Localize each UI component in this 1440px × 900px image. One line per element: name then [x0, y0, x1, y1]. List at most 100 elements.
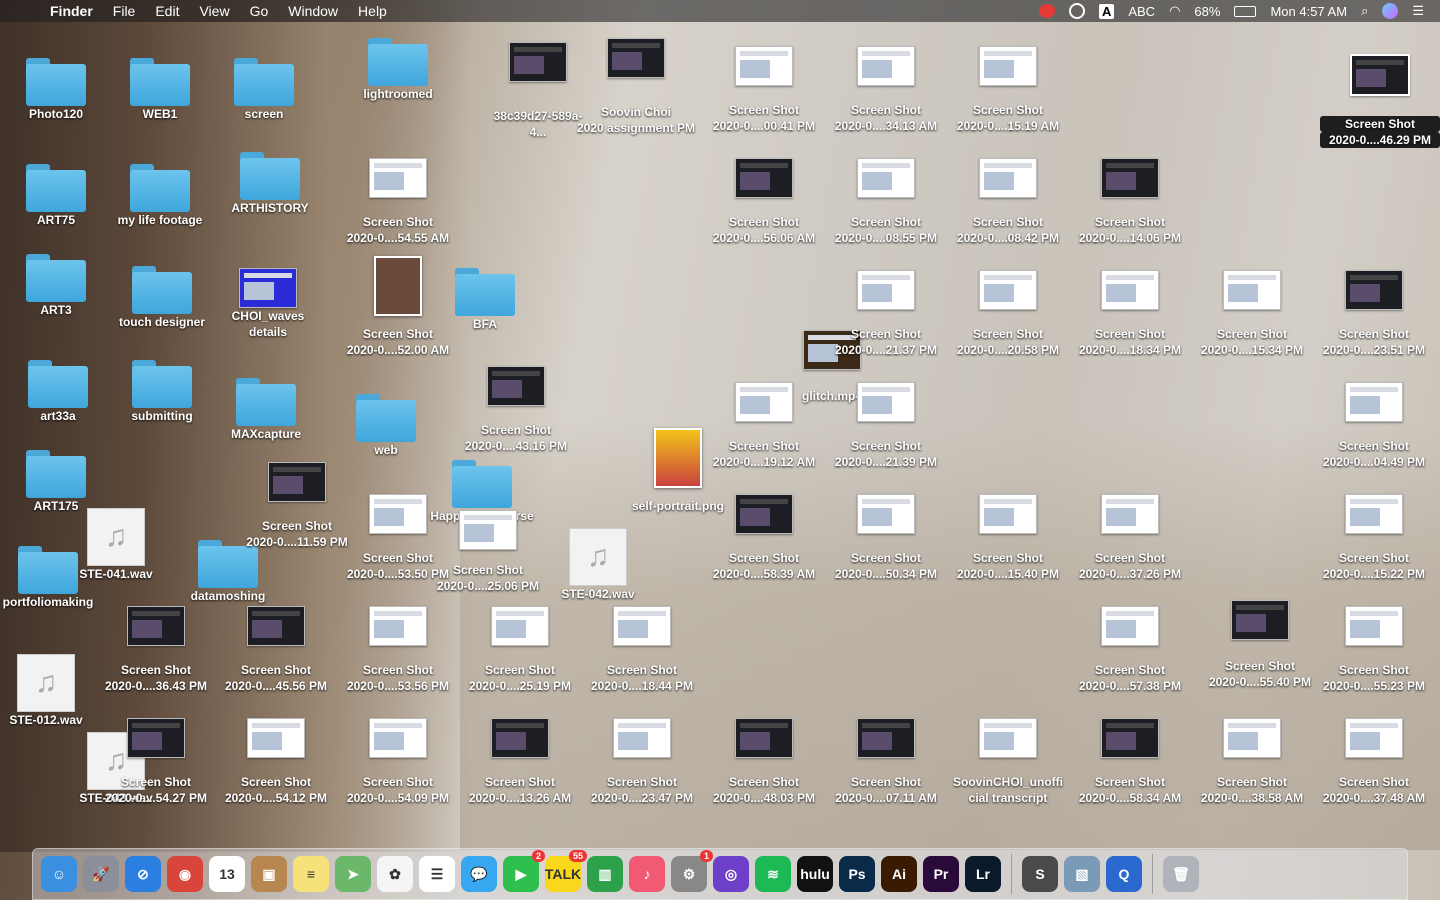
dock-app-hulu-icon[interactable]: hulu	[797, 856, 833, 892]
file-item[interactable]: Screen Shot 2020-0....52.00 AM	[338, 256, 458, 358]
menu-file[interactable]: File	[113, 0, 136, 22]
file-item[interactable]: Screen Shot 2020-0....23.47 PM	[582, 718, 702, 806]
folder-item[interactable]: web	[326, 394, 446, 458]
file-item[interactable]: Screen Shot 2020-0....50.34 PM	[826, 494, 946, 582]
dock-app-launchpad-icon[interactable]: 🚀	[83, 856, 119, 892]
menu-edit[interactable]: Edit	[155, 0, 179, 22]
menu-view[interactable]: View	[199, 0, 229, 22]
file-item[interactable]: 38c39d27-589a- 4...	[478, 42, 598, 140]
dock-app-messages-icon[interactable]: 💬	[461, 856, 497, 892]
folder-item[interactable]: Photo120	[0, 58, 116, 122]
file-item[interactable]: Screen Shot 2020-0....36.43 PM	[96, 606, 216, 694]
sync-icon[interactable]	[1068, 3, 1085, 19]
file-item[interactable]: SoovinCHOI_unoffi cial transcript	[948, 718, 1068, 806]
battery-percent[interactable]: 68%	[1194, 4, 1220, 19]
file-item[interactable]: Screen Shot 2020-0....08.42 PM	[948, 158, 1068, 246]
file-item[interactable]: Screen Shot 2020-0....15.34 PM	[1192, 270, 1312, 358]
file-item[interactable]: Screen Shot 2020-0....21.37 PM	[826, 270, 946, 358]
dock-app-notes-icon[interactable]: ≡	[293, 856, 329, 892]
dock-app-finder-icon[interactable]: ☺	[41, 856, 77, 892]
file-item[interactable]: Screen Shot 2020-0....56.06 AM	[704, 158, 824, 246]
file-item[interactable]: Screen Shot 2020-0....25.19 PM	[460, 606, 580, 694]
dock-app-numbers-icon[interactable]: ▥	[587, 856, 623, 892]
dock-app-music-icon[interactable]: ♪	[629, 856, 665, 892]
notification-center-icon[interactable]: ☰	[1412, 3, 1424, 19]
folder-item[interactable]: ARTHISTORY	[210, 152, 330, 216]
folder-item[interactable]: screen	[204, 58, 324, 122]
file-item[interactable]: Screen Shot 2020-0....25.06 PM	[428, 510, 548, 594]
file-item[interactable]: ♫ STE-012.wav	[0, 654, 106, 728]
file-item[interactable]: Screen Shot 2020-0....18.34 PM	[1070, 270, 1190, 358]
dock-app-quicktime-icon[interactable]: Q	[1106, 856, 1142, 892]
dock-app-reminders-icon[interactable]: ☰	[419, 856, 455, 892]
file-item[interactable]: Screen Shot 2020-0....19.12 AM	[704, 382, 824, 470]
dock-app-spotify-icon[interactable]: ≋	[755, 856, 791, 892]
file-item[interactable]: Screen Shot 2020-0....55.23 PM	[1314, 606, 1434, 694]
siri-icon[interactable]	[1382, 3, 1399, 19]
input-source-label[interactable]: ABC	[1128, 4, 1155, 19]
dock-app-calendar-icon[interactable]: 13	[209, 856, 245, 892]
file-item[interactable]: ♫ STE-041.wav	[56, 508, 176, 582]
dock-app-lightroom-icon[interactable]: Lr	[965, 856, 1001, 892]
dock-app-preview-icon[interactable]: ▧	[1064, 856, 1100, 892]
file-item[interactable]: Screen Shot 2020-0....58.39 AM	[704, 494, 824, 582]
dock-app-facetime-icon[interactable]: ▶ 2	[503, 850, 545, 892]
folder-item[interactable]: MAXcapture	[206, 378, 326, 442]
file-item[interactable]: Screen Shot 2020-0....37.26 PM	[1070, 494, 1190, 582]
file-item[interactable]: ♫ STE-042.wav	[538, 528, 658, 602]
input-menu-icon[interactable]: A	[1098, 3, 1115, 19]
file-item[interactable]: Screen Shot 2020-0....54.55 AM	[338, 158, 458, 246]
file-item[interactable]: Screen Shot 2020-0....38.58 AM	[1192, 718, 1312, 806]
folder-item[interactable]: art33a	[0, 360, 118, 424]
clock[interactable]: Mon 4:57 AM	[1270, 4, 1347, 19]
folder-item[interactable]: my life footage	[100, 164, 220, 228]
dock-app-kakaotalk-icon[interactable]: TALK 55	[545, 850, 587, 892]
notification-icon[interactable]	[1038, 4, 1055, 18]
file-item[interactable]: Screen Shot 2020-0....21.39 PM	[826, 382, 946, 470]
file-item[interactable]: Screen Shot 2020-0....58.34 AM	[1070, 718, 1190, 806]
dock-app-photos-icon[interactable]: ✿	[377, 856, 413, 892]
file-item[interactable]: Screen Shot 2020-0....13.26 AM	[460, 718, 580, 806]
file-item[interactable]: Screen Shot 2020-0....15.19 AM	[948, 46, 1068, 134]
file-item[interactable]: Screen Shot 2020-0....08.55 PM	[826, 158, 946, 246]
file-item[interactable]: Screen Shot 2020-0....14.06 PM	[1070, 158, 1190, 246]
apple-icon[interactable]	[20, 3, 36, 19]
file-item[interactable]: Screen Shot 2020-0....54.27 PM	[96, 718, 216, 806]
spotlight-icon[interactable]: ⌕	[1361, 3, 1368, 19]
file-item[interactable]: Screen Shot 2020-0....57.38 PM	[1070, 606, 1190, 694]
folder-item[interactable]: touch designer	[102, 266, 222, 330]
file-item[interactable]: Screen Shot 2020-0....07.11 AM	[826, 718, 946, 806]
file-item[interactable]: Screen Shot 2020-0....48.03 PM	[704, 718, 824, 806]
dock-app-illustrator-icon[interactable]: Ai	[881, 856, 917, 892]
file-item[interactable]: Screen Shot 2020-0....54.12 PM	[216, 718, 336, 806]
menu-app-name[interactable]: Finder	[50, 0, 93, 22]
battery-icon[interactable]	[1234, 5, 1257, 17]
file-item[interactable]: Screen Shot 2020-0....15.22 PM	[1314, 494, 1434, 582]
dock-app-sublime-icon[interactable]: S	[1022, 856, 1058, 892]
file-item-selected[interactable]: Screen Shot 2020-0....46.29 PM	[1320, 54, 1440, 148]
file-item[interactable]: CHOI_waves details	[208, 268, 328, 340]
file-item[interactable]: Screen Shot 2020-0....04.49 PM	[1314, 382, 1434, 470]
folder-item[interactable]: ART175	[0, 450, 116, 514]
file-item[interactable]: Screen Shot 2020-0....54.09 PM	[338, 718, 458, 806]
file-item[interactable]: Screen Shot 2020-0....37.48 AM	[1314, 718, 1434, 806]
file-item[interactable]: Screen Shot 2020-0....53.56 PM	[338, 606, 458, 694]
dock-app-maps-icon[interactable]: ➤	[335, 856, 371, 892]
file-item[interactable]: Screen Shot 2020-0....20.58 PM	[948, 270, 1068, 358]
dock-app-photoshop-icon[interactable]: Ps	[839, 856, 875, 892]
file-item[interactable]: Screen Shot 2020-0....18.44 PM	[582, 606, 702, 694]
dock-app-safari-icon[interactable]: ⊘	[125, 856, 161, 892]
folder-item[interactable]: ART75	[0, 164, 116, 228]
menu-go[interactable]: Go	[250, 0, 269, 22]
file-item[interactable]: Screen Shot 2020-0....43.16 PM	[456, 366, 576, 454]
file-item[interactable]: Screen Shot 2020-0....55.40 PM	[1200, 600, 1320, 690]
menu-window[interactable]: Window	[288, 0, 338, 22]
dock-app-premiere-icon[interactable]: Pr	[923, 856, 959, 892]
dock-app-github-icon[interactable]: ◎	[713, 856, 749, 892]
dock-app-contacts-icon[interactable]: ▣	[251, 856, 287, 892]
dock-app-system-preferences-icon[interactable]: ⚙ 1	[671, 850, 713, 892]
file-item[interactable]: Screen Shot 2020-0....00.41 PM	[704, 46, 824, 134]
folder-item[interactable]: lightroomed	[338, 38, 458, 102]
folder-item[interactable]: submitting	[102, 360, 222, 424]
folder-item[interactable]: ART3	[0, 254, 116, 318]
